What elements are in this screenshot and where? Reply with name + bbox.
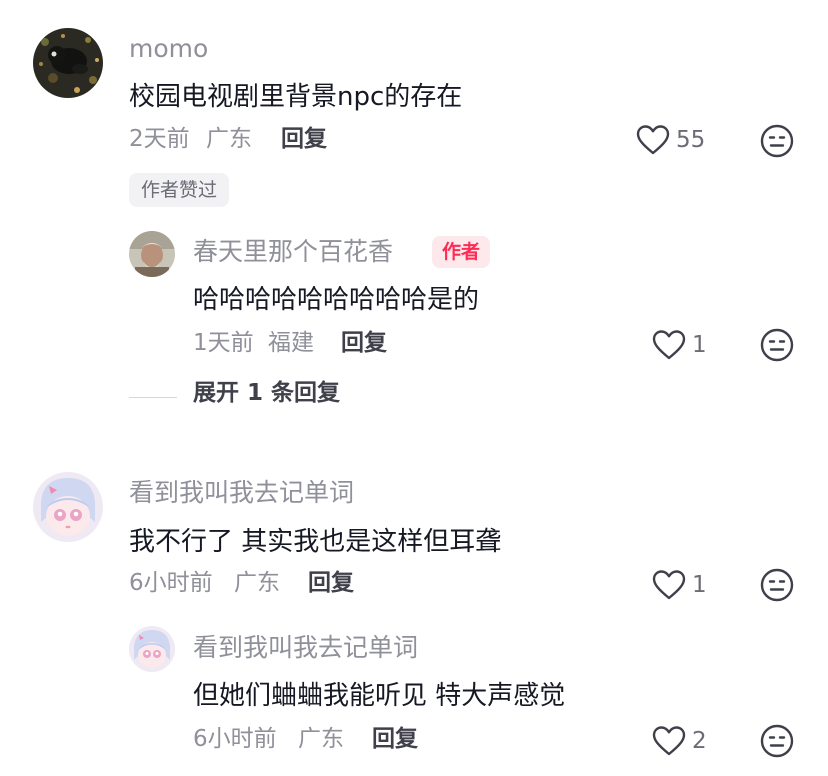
author-badge: 作者 bbox=[432, 236, 491, 268]
comment-time: 6小时前 bbox=[129, 570, 213, 596]
avatar[interactable] bbox=[33, 28, 103, 98]
like-count: 1 bbox=[692, 572, 707, 598]
heart-outline-icon bbox=[636, 124, 670, 156]
reply-button[interactable]: 回复 bbox=[281, 125, 327, 153]
reply-username[interactable]: 看到我叫我去记单词 bbox=[193, 633, 418, 663]
like-count: 1 bbox=[692, 332, 707, 358]
reply-avatar[interactable] bbox=[129, 626, 175, 672]
comment-location: 广东 bbox=[206, 126, 252, 152]
reply-button[interactable]: 回复 bbox=[372, 725, 418, 753]
neutral-face-icon bbox=[760, 124, 794, 158]
reply-location: 广东 bbox=[298, 726, 344, 752]
expand-replies-button[interactable]: 展开 1 条回复 bbox=[193, 379, 340, 407]
dislike-button[interactable] bbox=[760, 568, 794, 602]
reply-location: 福建 bbox=[268, 330, 314, 356]
reply-text: 哈哈哈哈哈哈哈哈哈是的 bbox=[193, 285, 480, 315]
reply-time: 1天前 bbox=[193, 330, 254, 356]
neutral-face-icon bbox=[760, 568, 794, 602]
like-button[interactable]: 55 bbox=[636, 124, 705, 156]
like-count: 2 bbox=[692, 728, 707, 754]
reply-time: 6小时前 bbox=[193, 726, 277, 752]
heart-outline-icon bbox=[652, 569, 686, 601]
reply-button[interactable]: 回复 bbox=[308, 569, 354, 597]
comment-username[interactable]: momo bbox=[129, 34, 208, 64]
avatar[interactable] bbox=[33, 472, 103, 542]
like-button[interactable]: 2 bbox=[652, 725, 707, 757]
like-button[interactable]: 1 bbox=[652, 569, 707, 601]
neutral-face-icon bbox=[760, 328, 794, 362]
comment-text: 我不行了 其实我也是这样但耳聋 bbox=[129, 527, 502, 557]
dislike-button[interactable] bbox=[760, 124, 794, 158]
comment-username[interactable]: 看到我叫我去记单词 bbox=[129, 478, 354, 508]
like-button[interactable]: 1 bbox=[652, 329, 707, 361]
heart-outline-icon bbox=[652, 329, 686, 361]
expand-divider bbox=[129, 397, 177, 398]
like-count: 55 bbox=[676, 127, 706, 153]
comment-text: 校园电视剧里背景npc的存在 bbox=[129, 82, 463, 112]
neutral-face-icon bbox=[760, 724, 794, 758]
dislike-button[interactable] bbox=[760, 328, 794, 362]
reply-avatar[interactable] bbox=[129, 231, 175, 277]
author-liked-tag: 作者赞过 bbox=[129, 173, 230, 207]
comment-time: 2天前 bbox=[129, 126, 190, 152]
reply-username[interactable]: 春天里那个百花香 bbox=[193, 237, 393, 267]
reply-button[interactable]: 回复 bbox=[341, 329, 387, 357]
dislike-button[interactable] bbox=[760, 724, 794, 758]
heart-outline-icon bbox=[652, 725, 686, 757]
reply-text: 但她们蛐蛐我能听见 特大声感觉 bbox=[193, 681, 566, 711]
comment-location: 广东 bbox=[234, 570, 280, 596]
